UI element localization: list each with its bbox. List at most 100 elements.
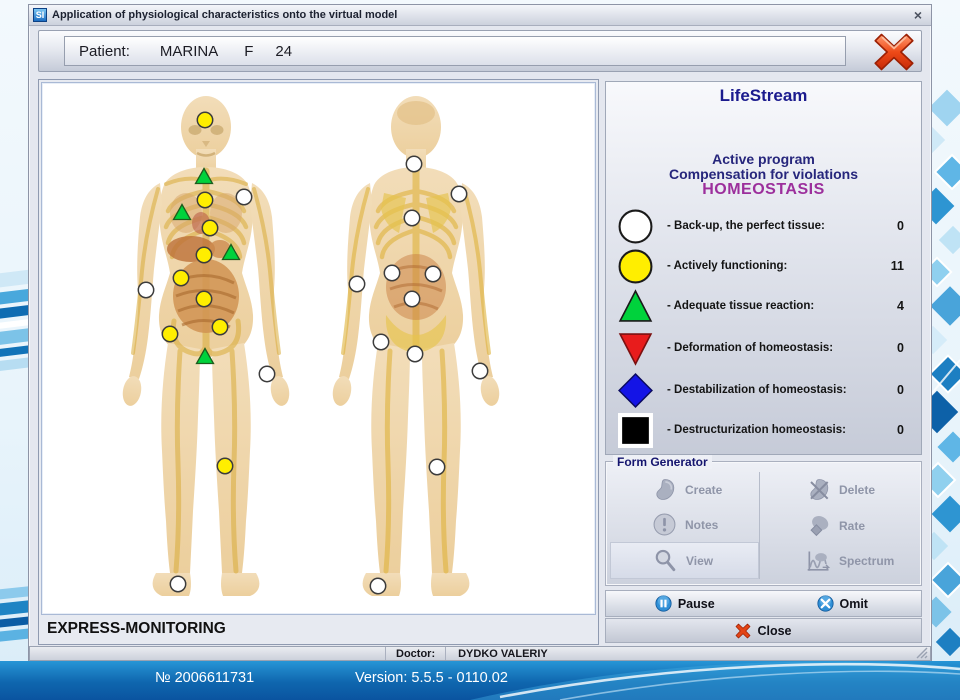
program-line-1: Active program	[605, 151, 922, 167]
program-name: HOMEOSTASIS	[605, 181, 922, 199]
create-button[interactable]: Create	[610, 472, 759, 507]
organ-delete-icon	[806, 477, 831, 502]
omit-icon	[817, 595, 834, 612]
body-marker-white-circle	[169, 575, 189, 595]
magnifier-icon	[653, 548, 678, 573]
body-marker-yellow-circle	[216, 457, 236, 477]
button-label: Spectrum	[839, 554, 894, 568]
serial-number: № 2006611731	[155, 670, 254, 686]
body-marker-yellow-circle	[161, 325, 181, 345]
control-bar: Pause Omit	[605, 590, 922, 617]
footer-band: № 2006611731 Version: 5.5.5 - 0110.02	[0, 661, 960, 700]
pause-icon	[655, 595, 672, 612]
body-marker-white-circle	[405, 155, 425, 175]
body-marker-yellow-circle	[211, 318, 231, 338]
lifestream-title: LifeStream	[605, 86, 922, 106]
patient-age: 24	[275, 43, 292, 60]
legend-label: - Deformation of homeostasis:	[667, 342, 833, 354]
legend-label: - Destructurization homeostasis:	[667, 424, 846, 436]
view-button[interactable]: View	[610, 542, 759, 579]
legend-row: - Adequate tissue reaction: 4	[613, 286, 914, 326]
legend-circle-white-icon	[613, 208, 657, 245]
body-marker-white-circle	[406, 345, 426, 365]
button-label: Notes	[685, 518, 718, 532]
body-marker-white-circle	[403, 209, 423, 229]
body-marker-white-circle	[348, 275, 368, 295]
body-marker-yellow-circle	[196, 191, 216, 211]
spectrum-button[interactable]: Spectrum	[764, 543, 914, 579]
body-marker-green-triangle	[195, 347, 215, 367]
legend-count: 0	[897, 383, 904, 397]
organ-icon	[652, 477, 677, 502]
body-marker-white-circle	[424, 265, 444, 285]
session-close-button[interactable]	[868, 31, 920, 73]
body-marker-white-circle	[372, 333, 392, 353]
legend-count: 0	[897, 423, 904, 437]
body-marker-green-triangle	[172, 203, 192, 223]
legend-circle-yellow-icon	[613, 248, 657, 285]
rate-button[interactable]: Rate	[764, 508, 914, 544]
pause-button[interactable]: Pause	[606, 591, 764, 616]
body-marker-white-circle	[471, 362, 491, 382]
body-marker-green-triangle	[194, 167, 214, 187]
spectrum-chart-icon	[806, 549, 831, 574]
status-spacer	[30, 647, 386, 660]
body-marker-yellow-circle	[196, 111, 216, 131]
red-x-icon	[870, 32, 918, 72]
legend-label: - Actively functioning:	[667, 260, 787, 272]
body-marker-white-circle	[450, 185, 470, 205]
legend-row: - Deformation of homeostasis: 0	[613, 328, 914, 368]
window-close-icon[interactable]: ×	[914, 8, 922, 22]
legend-count: 4	[897, 299, 904, 313]
legend-label: - Back-up, the perfect tissue:	[667, 220, 825, 232]
exclamation-icon	[652, 512, 677, 537]
version-text: Version: 5.5.5 - 0110.02	[355, 670, 508, 686]
control-bar: Close	[605, 618, 922, 643]
omit-button[interactable]: Omit	[764, 591, 922, 616]
close-button[interactable]: Close	[606, 619, 921, 642]
screen: { "window": { "title": "Application of p…	[0, 0, 960, 700]
program-line-2: Compensation for violations	[605, 166, 922, 182]
legend-row: - Destabilization of homeostasis: 0	[613, 370, 914, 410]
doctor-label: Doctor:	[386, 647, 446, 660]
status-bar: Doctor: DYDKO VALERIY	[29, 646, 931, 661]
body-marker-white-circle	[403, 290, 423, 310]
legend-count: 0	[897, 341, 904, 355]
button-label: Rate	[839, 519, 865, 533]
delete-button[interactable]: Delete	[764, 472, 914, 508]
model-canvas[interactable]	[41, 82, 596, 615]
resize-grip[interactable]	[915, 646, 928, 662]
rate-diamond-icon	[806, 513, 831, 538]
legend-triangle-red-icon	[613, 330, 657, 367]
legend-count: 0	[897, 219, 904, 233]
app-icon: SI	[33, 8, 47, 22]
legend-count: 11	[891, 259, 904, 273]
legend-diamond-blue-icon	[613, 372, 657, 409]
title-bar: SI Application of physiological characte…	[29, 5, 931, 26]
button-label: View	[686, 554, 713, 568]
body-marker-green-triangle	[221, 243, 241, 263]
form-generator-group: Create Notes View Delete	[605, 461, 922, 586]
body-marker-white-circle	[235, 188, 255, 208]
legend-label: - Destabilization of homeostasis:	[667, 384, 847, 396]
patient-label: Patient:	[79, 43, 130, 60]
patient-field: Patient: MARINA F 24	[64, 36, 846, 66]
body-marker-white-circle	[258, 365, 278, 385]
button-label: Omit	[840, 597, 868, 611]
button-label: Delete	[839, 483, 875, 497]
body-marker-yellow-circle	[195, 290, 215, 310]
legend-square-black-icon	[613, 412, 657, 449]
window-title: Application of physiological characteris…	[52, 9, 397, 21]
express-monitoring-caption: EXPRESS-MONITORING	[41, 615, 596, 642]
body-marker-white-circle	[383, 264, 403, 284]
legend-row: - Destructurization homeostasis: 0	[613, 410, 914, 450]
close-x-icon	[735, 623, 751, 639]
legend-label: - Adequate tissue reaction:	[667, 300, 814, 312]
notes-button[interactable]: Notes	[610, 507, 759, 542]
legend-row: - Back-up, the perfect tissue: 0	[613, 206, 914, 246]
body-marker-white-circle	[369, 577, 389, 597]
patient-sex: F	[244, 43, 253, 60]
doctor-name: DYDKO VALERIY	[446, 648, 548, 660]
body-panel: EXPRESS-MONITORING	[38, 79, 599, 645]
patient-name: MARINA	[160, 43, 218, 60]
